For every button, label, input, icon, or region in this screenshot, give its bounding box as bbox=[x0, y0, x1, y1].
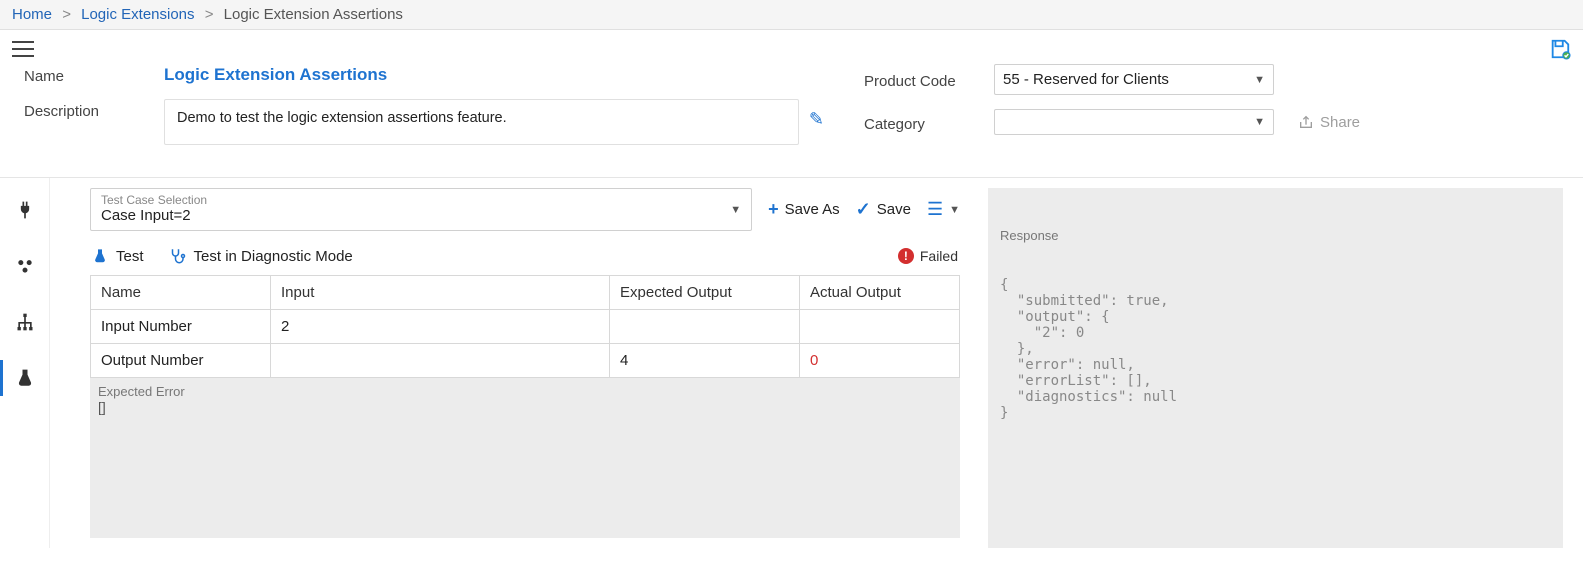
expected-error-label: Expected Error bbox=[98, 384, 952, 399]
td-expected[interactable]: 4 bbox=[610, 344, 800, 378]
description-label: Description bbox=[24, 99, 154, 120]
breadcrumb-logic-extensions[interactable]: Logic Extensions bbox=[81, 6, 194, 23]
menu-icon: ☰ bbox=[927, 199, 943, 220]
th-input: Input bbox=[271, 276, 610, 310]
td-name[interactable]: Output Number bbox=[91, 344, 271, 378]
th-name: Name bbox=[91, 276, 271, 310]
left-nav bbox=[0, 178, 50, 548]
chevron-down-icon: ▼ bbox=[949, 204, 960, 216]
table-header-row: Name Input Expected Output Actual Output bbox=[91, 276, 960, 310]
test-case-select[interactable]: Test Case Selection Case Input=2 ▼ bbox=[90, 188, 752, 231]
share-button[interactable]: Share bbox=[1298, 114, 1360, 131]
nav-item-plug[interactable] bbox=[0, 196, 49, 224]
test-label: Test bbox=[116, 248, 144, 265]
nav-item-hierarchy[interactable] bbox=[0, 308, 49, 336]
io-table: Name Input Expected Output Actual Output… bbox=[90, 275, 960, 378]
content: Test Case Selection Case Input=2 ▼ + Sav… bbox=[0, 178, 1583, 548]
status-failed: ! Failed bbox=[898, 248, 958, 264]
breadcrumb-sep-1: > bbox=[62, 6, 71, 23]
td-actual[interactable] bbox=[800, 310, 960, 344]
category-select[interactable]: ▼ bbox=[994, 109, 1274, 135]
product-code-select[interactable]: 55 - Reserved for Clients ▼ bbox=[994, 64, 1274, 95]
breadcrumb-home[interactable]: Home bbox=[12, 6, 52, 23]
category-label: Category bbox=[864, 112, 984, 133]
main-panel: Test Case Selection Case Input=2 ▼ + Sav… bbox=[50, 178, 1583, 548]
test-diagnostic-label: Test in Diagnostic Mode bbox=[194, 248, 353, 265]
product-code-label: Product Code bbox=[864, 69, 984, 90]
flask-icon bbox=[92, 248, 108, 264]
breadcrumb: Home > Logic Extensions > Logic Extensio… bbox=[0, 0, 1583, 30]
save-button[interactable]: ✓ Save bbox=[856, 199, 911, 220]
th-expected: Expected Output bbox=[610, 276, 800, 310]
expected-error-panel: Expected Error [] bbox=[90, 378, 960, 538]
edit-description-icon[interactable]: ✎ bbox=[809, 99, 824, 130]
table-row[interactable]: Output Number 40 bbox=[91, 344, 960, 378]
top-strip bbox=[0, 30, 1583, 60]
nav-item-objects[interactable] bbox=[0, 252, 49, 280]
failed-icon: ! bbox=[898, 248, 914, 264]
more-menu-button[interactable]: ☰ ▼ bbox=[927, 199, 960, 220]
save-as-label: Save As bbox=[785, 201, 840, 218]
save-page-icon[interactable] bbox=[1549, 38, 1571, 60]
chevron-down-icon: ▼ bbox=[1254, 116, 1265, 128]
breadcrumb-sep-2: > bbox=[205, 6, 214, 23]
stethoscope-icon bbox=[168, 247, 186, 265]
td-expected[interactable] bbox=[610, 310, 800, 344]
hamburger-icon[interactable] bbox=[12, 41, 34, 57]
nav-item-test[interactable] bbox=[0, 364, 49, 392]
th-actual: Actual Output bbox=[800, 276, 960, 310]
test-case-value: Case Input=2 bbox=[101, 207, 741, 224]
header-form: Name Logic Extension Assertions Descript… bbox=[0, 60, 1583, 178]
table-row[interactable]: Input Number2 bbox=[91, 310, 960, 344]
response-panel: Response { "submitted": true, "output": … bbox=[988, 188, 1563, 548]
expected-error-value: [] bbox=[98, 399, 952, 415]
td-input[interactable]: 2 bbox=[271, 310, 610, 344]
description-field[interactable]: Demo to test the logic extension asserti… bbox=[164, 99, 799, 145]
td-input[interactable] bbox=[271, 344, 610, 378]
test-diagnostic-button[interactable]: Test in Diagnostic Mode bbox=[168, 247, 353, 265]
test-case-label: Test Case Selection bbox=[101, 193, 741, 207]
name-label: Name bbox=[24, 64, 154, 85]
name-value[interactable]: Logic Extension Assertions bbox=[164, 65, 387, 85]
test-column: Test Case Selection Case Input=2 ▼ + Sav… bbox=[90, 188, 960, 548]
test-button[interactable]: Test bbox=[92, 248, 144, 265]
td-name[interactable]: Input Number bbox=[91, 310, 271, 344]
product-code-value: 55 - Reserved for Clients bbox=[1003, 71, 1169, 88]
response-body: { "submitted": true, "output": { "2": 0 … bbox=[1000, 277, 1551, 421]
status-failed-label: Failed bbox=[920, 248, 958, 264]
test-toolbar: Test Case Selection Case Input=2 ▼ + Sav… bbox=[90, 188, 960, 231]
save-label: Save bbox=[877, 201, 911, 218]
chevron-down-icon: ▼ bbox=[1254, 74, 1265, 86]
save-as-button[interactable]: + Save As bbox=[768, 199, 840, 220]
check-icon: ✓ bbox=[856, 199, 871, 220]
breadcrumb-current: Logic Extension Assertions bbox=[224, 6, 403, 23]
test-actions-row: Test Test in Diagnostic Mode ! Failed bbox=[90, 231, 960, 275]
chevron-down-icon: ▼ bbox=[730, 204, 741, 216]
share-icon bbox=[1298, 114, 1314, 130]
td-actual[interactable]: 0 bbox=[800, 344, 960, 378]
share-label: Share bbox=[1320, 114, 1360, 131]
plus-icon: + bbox=[768, 199, 779, 220]
response-label: Response bbox=[1000, 228, 1551, 243]
